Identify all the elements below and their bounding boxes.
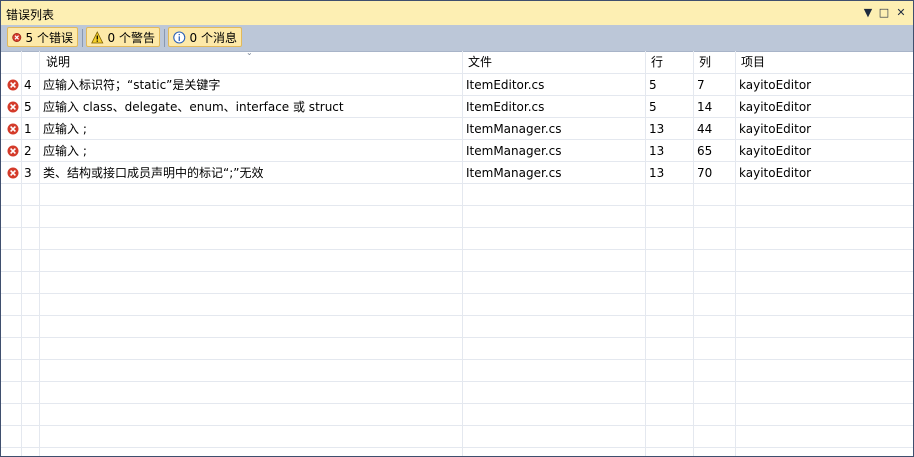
column-header-column[interactable]: 列 <box>699 51 711 73</box>
column-header-file[interactable]: 文件 <box>468 51 492 73</box>
table-row[interactable]: 1 应输入 ; ItemManager.cs 13 44 kayitoEdito… <box>1 118 913 140</box>
toolbar-separator <box>82 29 83 47</box>
row-divider <box>1 139 913 140</box>
toolbar-separator <box>164 29 165 47</box>
row-project: kayitoEditor <box>739 122 812 136</box>
row-file: ItemEditor.cs <box>466 78 545 92</box>
row-project: kayitoEditor <box>739 78 812 92</box>
row-file: ItemManager.cs <box>466 166 562 180</box>
row-divider <box>1 315 913 316</box>
errors-filter-button[interactable]: 5 个错误 <box>7 27 78 47</box>
row-line: 13 <box>649 166 665 180</box>
maximize-icon[interactable]: □ <box>877 6 891 20</box>
error-list-window: 错误列表 ▼ □ ✕ 5 个错误 0 个警告 0 个消息 说明 ⌄ 文件 行 列… <box>0 0 914 457</box>
warning-icon <box>91 30 104 43</box>
table-row[interactable]: 5 应输入 class、delegate、enum、interface 或 st… <box>1 96 913 118</box>
column-header-description-label: 说明 <box>46 55 71 69</box>
row-description: 类、结构或接口成员声明中的标记“;”无效 <box>43 166 264 180</box>
close-icon[interactable]: ✕ <box>894 6 908 20</box>
row-divider <box>1 95 913 96</box>
table-row[interactable]: 3 类、结构或接口成员声明中的标记“;”无效 ItemManager.cs 13… <box>1 162 913 184</box>
row-file: ItemManager.cs <box>466 122 562 136</box>
row-divider <box>1 381 913 382</box>
row-file: ItemEditor.cs <box>466 100 545 114</box>
window-title: 错误列表 <box>6 8 55 22</box>
dropdown-icon[interactable]: ▼ <box>861 6 875 20</box>
error-icon <box>7 79 19 91</box>
row-line: 13 <box>649 144 665 158</box>
row-column: 65 <box>697 144 713 158</box>
row-description: 应输入 ; <box>43 122 87 136</box>
row-project: kayitoEditor <box>739 166 812 180</box>
warnings-filter-button[interactable]: 0 个警告 <box>86 27 160 47</box>
filter-toolbar: 5 个错误 0 个警告 0 个消息 <box>1 25 913 52</box>
error-icon <box>7 123 19 135</box>
row-divider <box>1 161 913 162</box>
row-column: 44 <box>697 122 713 136</box>
row-divider <box>1 205 913 206</box>
table-row[interactable]: 2 应输入 ; ItemManager.cs 13 65 kayitoEdito… <box>1 140 913 162</box>
errors-count-label: 5 个错误 <box>25 30 73 45</box>
row-number: 1 <box>24 122 32 136</box>
row-column: 70 <box>697 166 713 180</box>
row-divider <box>1 359 913 360</box>
row-column: 7 <box>697 78 705 92</box>
info-icon <box>173 30 186 44</box>
row-divider <box>1 447 913 448</box>
row-description: 应输入标识符；“static”是关键字 <box>43 78 221 92</box>
row-line: 5 <box>649 100 657 114</box>
row-description: 应输入 ; <box>43 144 87 158</box>
error-grid: 说明 ⌄ 文件 行 列 项目 4 应输入标识符；“static”是关键字 Ite… <box>1 48 913 456</box>
row-divider <box>1 293 913 294</box>
column-header-line[interactable]: 行 <box>651 51 663 73</box>
row-divider <box>1 227 913 228</box>
row-number: 4 <box>24 78 32 92</box>
row-number: 3 <box>24 166 32 180</box>
row-divider <box>1 337 913 338</box>
row-column: 14 <box>697 100 713 114</box>
row-description: 应输入 class、delegate、enum、interface 或 stru… <box>43 100 344 114</box>
error-icon <box>7 101 19 113</box>
error-icon <box>7 167 19 179</box>
messages-filter-button[interactable]: 0 个消息 <box>168 27 242 47</box>
sort-chevron-icon: ⌄ <box>246 48 253 57</box>
column-header-row: 说明 ⌄ 文件 行 列 项目 <box>1 48 913 74</box>
warnings-count-label: 0 个警告 <box>107 30 155 45</box>
row-divider <box>1 117 913 118</box>
row-file: ItemManager.cs <box>466 144 562 158</box>
row-project: kayitoEditor <box>739 100 812 114</box>
row-divider <box>1 403 913 404</box>
row-line: 13 <box>649 122 665 136</box>
table-row[interactable]: 4 应输入标识符；“static”是关键字 ItemEditor.cs 5 7 … <box>1 74 913 96</box>
row-divider <box>1 183 913 184</box>
messages-count-label: 0 个消息 <box>189 30 237 45</box>
row-divider <box>1 249 913 250</box>
row-line: 5 <box>649 78 657 92</box>
title-bar[interactable]: 错误列表 ▼ □ ✕ <box>1 1 913 26</box>
row-number: 2 <box>24 144 32 158</box>
row-project: kayitoEditor <box>739 144 812 158</box>
error-icon <box>12 32 22 42</box>
row-divider <box>1 425 913 426</box>
column-header-project[interactable]: 项目 <box>741 51 765 73</box>
row-number: 5 <box>24 100 32 114</box>
error-icon <box>7 145 19 157</box>
row-divider <box>1 271 913 272</box>
column-header-description[interactable]: 说明 <box>46 51 70 73</box>
